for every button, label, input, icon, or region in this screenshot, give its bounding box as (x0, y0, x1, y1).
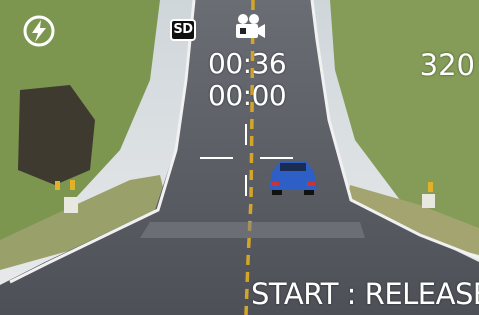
recordable-time: 00:36 (208, 47, 287, 80)
resolution-indicator: 320 (419, 48, 475, 82)
status-message: START : RELEASE (251, 277, 479, 311)
camera-viewfinder-screen: SD 00:36 00:00 320 START : RELEASE (0, 0, 479, 315)
elapsed-time: 00:00 (208, 79, 287, 112)
sd-card-icon: SD (170, 19, 196, 41)
movie-camera-icon (236, 14, 265, 38)
af-frame-top (245, 124, 247, 145)
af-frame-left (200, 157, 233, 159)
road-shimmer (140, 222, 365, 238)
af-frame-right (260, 157, 293, 159)
flash-off-icon (23, 15, 55, 47)
af-frame-bottom (245, 175, 247, 196)
